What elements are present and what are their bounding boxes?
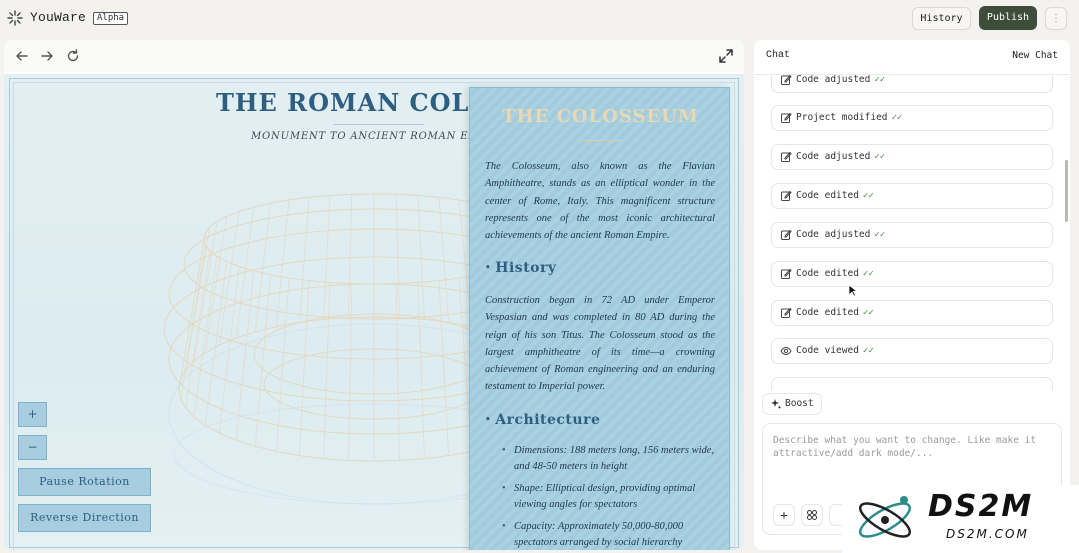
intro-paragraph: The Colosseum, also known as the Flavian… [485, 161, 715, 242]
reload-icon[interactable] [65, 48, 81, 64]
chat-message-text: Project modified ✓✓ [796, 112, 902, 123]
wireframe-rib [218, 211, 240, 346]
grid-icon [807, 510, 817, 520]
check-icon: ✓✓ [874, 230, 886, 240]
eye-icon [780, 346, 792, 356]
chat-message-label: Code adjusted [796, 229, 871, 240]
boost-button[interactable]: Boost [762, 393, 822, 415]
boost-label: Boost [785, 398, 814, 409]
chat-message-item[interactable]: Code edited ✓✓ [771, 300, 1053, 326]
chat-message-text: Code viewed ✓✓ [796, 345, 874, 356]
chat-message-text: Code adjusted ✓✓ [796, 75, 885, 85]
check-icon: ✓✓ [862, 346, 874, 356]
history-button[interactable]: History [912, 7, 971, 30]
history-heading: • History [485, 260, 557, 276]
wireframe-rib [254, 274, 271, 447]
edit-icon [781, 190, 792, 201]
chat-message-list[interactable]: Code adjusted ✓✓ Project modified ✓✓ Code … [754, 75, 1070, 390]
chat-message-item[interactable]: Code viewed ✓✓ [771, 338, 1053, 364]
top-bar: YouWare Alpha History Publish ⋮ [0, 0, 1079, 38]
chat-message-item[interactable]: Code adjusted ✓✓ [771, 75, 1053, 93]
wireframe-rib [254, 203, 271, 332]
check-icon: ✓✓ [874, 75, 886, 85]
chat-message-label: Code edited [796, 190, 859, 201]
check-icon: ✓✓ [862, 269, 874, 279]
wireframe-rib [218, 266, 240, 433]
chat-title: Chat [766, 50, 791, 61]
chat-message-text: Code adjusted ✓✓ [796, 229, 885, 240]
publish-button[interactable]: Publish [979, 6, 1037, 30]
info-panel: THE COLOSSEUM The Colosseum, also known … [469, 87, 730, 550]
chat-message-label: Code edited [796, 268, 859, 279]
ds2m-logo-icon [858, 496, 912, 538]
chat-message-text: Code edited ✓✓ [796, 307, 874, 318]
back-arrow-icon[interactable] [14, 48, 30, 64]
reverse-direction-button[interactable]: Reverse Direction [18, 504, 151, 532]
alpha-badge: Alpha [93, 12, 129, 25]
integrations-button[interactable] [801, 504, 823, 526]
bullet-icon: • [485, 415, 492, 425]
chat-message-text: Code edited ✓✓ [796, 190, 874, 201]
mouse-cursor-icon [848, 284, 858, 297]
check-icon: ✓✓ [862, 308, 874, 318]
watermark-name: DS2M [928, 489, 1034, 524]
preview-toolbar [4, 40, 744, 72]
history-heading-label: History [495, 260, 557, 276]
edit-icon [781, 151, 792, 162]
check-icon: ✓✓ [862, 191, 874, 201]
architecture-list: Dimensions: 188 meters long, 156 meters … [502, 443, 717, 550]
chat-scrollbar[interactable] [1065, 160, 1068, 222]
architecture-item: Dimensions: 188 meters long, 156 meters … [502, 443, 717, 475]
title-divider [334, 124, 424, 125]
watermark-url: DS2M.COM [946, 527, 1029, 541]
edit-icon [781, 268, 792, 279]
chat-message-item[interactable]: Code edited ✓✓ [771, 183, 1053, 209]
colosseum-site: THE ROMAN COLOSS MONUMENT TO ANCIENT ROM… [4, 74, 744, 550]
pause-rotation-button[interactable]: Pause Rotation [18, 468, 151, 496]
bullet-icon: • [485, 263, 492, 273]
chat-message-item[interactable]: Code adjusted ✓✓ [771, 222, 1053, 248]
info-title-divider [578, 140, 622, 141]
check-icon: ✓✓ [891, 113, 903, 123]
edit-icon [781, 112, 792, 123]
chat-message-text: Code adjusted ✓✓ [796, 151, 885, 162]
chat-message-label: Code adjusted [796, 151, 871, 162]
preview-panel: THE ROMAN COLOSS MONUMENT TO ANCIENT ROM… [4, 40, 744, 550]
chat-message-item[interactable]: Code edited ✓✓ [771, 261, 1053, 287]
wireframe-rib [193, 221, 218, 362]
chat-message-text: Code edited ✓✓ [796, 268, 874, 279]
add-attachment-button[interactable]: + [773, 504, 795, 526]
architecture-heading: • Architecture [485, 412, 600, 428]
zoom-in-button[interactable]: + [18, 402, 47, 427]
edit-icon [781, 75, 792, 85]
chat-message-item[interactable]: Code adjusted ✓✓ [771, 144, 1053, 170]
app-title: YouWare [30, 10, 87, 25]
chat-message-label: Code edited [796, 307, 859, 318]
zoom-out-button[interactable]: − [18, 435, 47, 460]
sparkle-icon [771, 399, 782, 410]
info-title: THE COLOSSEUM [502, 106, 699, 127]
forward-arrow-icon[interactable] [39, 48, 55, 64]
expand-icon[interactable] [718, 48, 734, 64]
edit-icon [781, 229, 792, 240]
chat-message-label: Code adjusted [796, 75, 871, 85]
watermark: DS2M DS2M.COM [842, 485, 1079, 553]
chat-message-label: Code viewed [796, 345, 859, 356]
chat-input[interactable] [773, 434, 1053, 484]
chat-panel: Chat New Chat Code adjusted ✓✓ Project mo… [754, 40, 1070, 550]
edit-icon [781, 307, 792, 318]
new-chat-button[interactable]: New Chat [1012, 50, 1058, 61]
architecture-item: Capacity: Approximately 50,000-80,000 sp… [502, 519, 717, 550]
chat-message-label: Project modified [796, 112, 888, 123]
architecture-item: Shape: Elliptical design, providing opti… [502, 481, 717, 513]
youware-logo-icon [7, 10, 23, 26]
history-paragraph: Construction began in 72 AD under Empero… [485, 295, 715, 393]
more-options-button[interactable]: ⋮ [1045, 7, 1067, 30]
chat-message-item[interactable]: Project modified ✓✓ [771, 105, 1053, 131]
check-icon: ✓✓ [874, 152, 886, 162]
architecture-heading-label: Architecture [495, 412, 601, 428]
chat-message-item-partial[interactable] [771, 377, 1053, 390]
